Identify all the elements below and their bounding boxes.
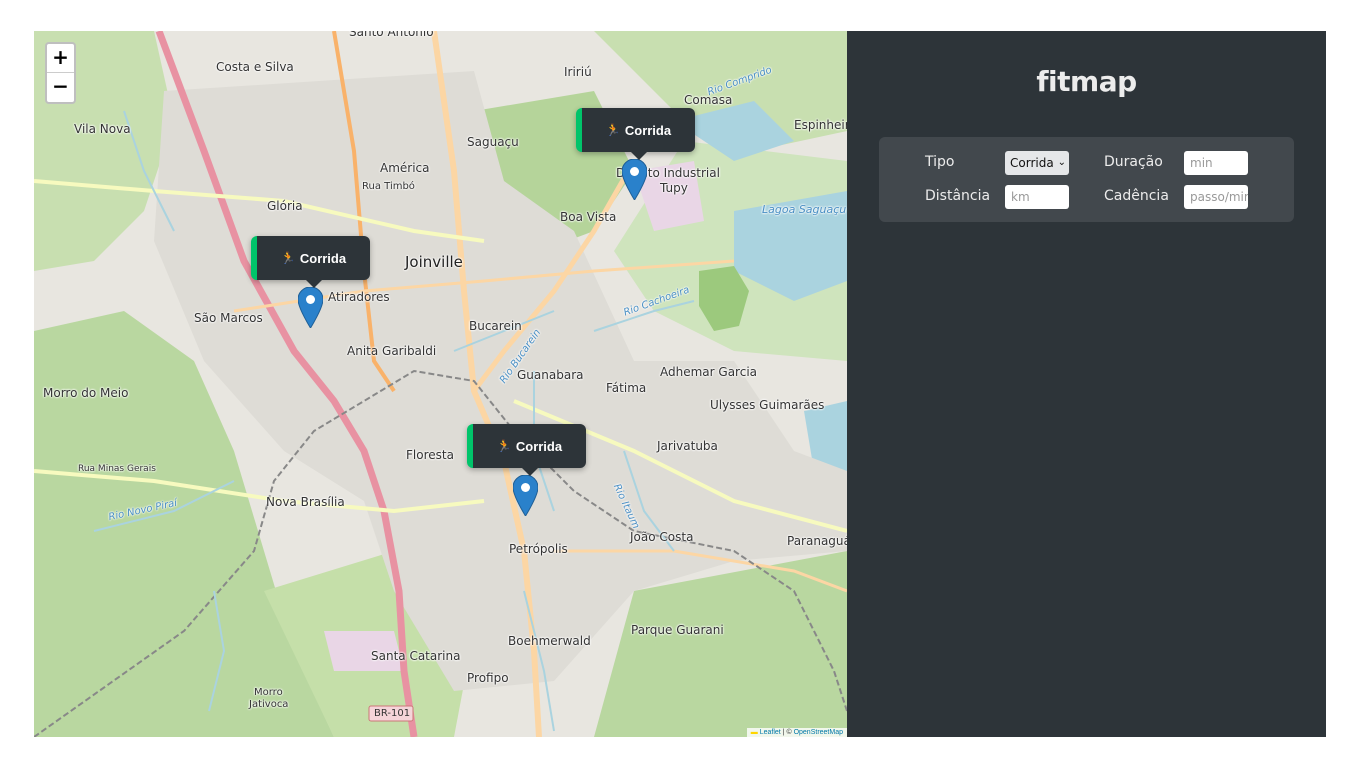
place-label: Bucarein: [469, 319, 522, 333]
place-label: Saguaçu: [467, 135, 519, 149]
app: Santo Antônio Costa e Silva Iririú Comas…: [34, 31, 1326, 737]
cadence-input[interactable]: passo/min: [1184, 185, 1248, 209]
place-label: Morro do Meio: [43, 386, 129, 400]
place-label: Nova Brasília: [266, 495, 345, 509]
distance-input[interactable]: km: [1005, 185, 1069, 209]
place-label: Profipo: [467, 671, 509, 685]
highway-shield-label: BR-101: [374, 708, 411, 719]
place-label: Vila Nova: [74, 122, 131, 136]
type-select-value: Corrida: [1010, 156, 1054, 170]
place-label: Fátima: [606, 381, 647, 395]
popup-label: Corrida: [299, 250, 347, 266]
workout-popup[interactable]: 🏃 Corrida: [467, 424, 586, 476]
duration-input[interactable]: min: [1184, 151, 1248, 175]
place-label: Glória: [267, 199, 303, 213]
place-label: Boehmerwald: [508, 634, 591, 648]
ukraine-flag-icon: ▬: [750, 729, 758, 736]
place-label: Floresta: [406, 448, 454, 462]
place-label: Atiradores: [328, 290, 390, 304]
duration-label: Duração: [1104, 154, 1163, 170]
place-label: Santa Catarina: [371, 649, 461, 663]
cadence-label: Cadência: [1104, 188, 1169, 204]
app-logo: fitmap: [1036, 65, 1137, 98]
map-marker-icon[interactable]: [513, 475, 538, 516]
place-label: América: [380, 161, 430, 175]
street-label: Rua Minas Gerais: [78, 464, 156, 474]
place-label: Adhemar Garcia: [660, 365, 758, 379]
place-label: Costa e Silva: [216, 60, 294, 74]
workout-form: Tipo Corrida ⌄ Duração min Distância km …: [879, 137, 1294, 222]
place-label: Paranaguá: [787, 534, 847, 548]
popup-label: Corrida: [624, 122, 672, 138]
workout-popup[interactable]: 🏃 Corrida: [251, 236, 370, 288]
street-label: Rua Timbó: [362, 181, 415, 192]
place-label: Parque Guarani: [631, 623, 724, 637]
place-label: Tupy: [660, 181, 688, 195]
place-label: Guanabara: [517, 368, 584, 382]
map-tiles: [34, 31, 847, 737]
place-label: João Costa: [630, 530, 694, 544]
zoom-control: + −: [45, 42, 76, 104]
type-select[interactable]: Corrida ⌄: [1005, 151, 1069, 175]
osm-link[interactable]: OpenStreetMap: [794, 729, 843, 736]
sidebar: fitmap Tipo Corrida ⌄ Duração min Distân…: [847, 31, 1326, 737]
map-marker-icon[interactable]: [622, 159, 647, 200]
zoom-in-button[interactable]: +: [47, 44, 74, 73]
place-label: São Marcos: [194, 311, 263, 325]
place-label: Iririú: [564, 65, 592, 79]
place-label: Santo Antônio: [349, 31, 434, 39]
zoom-out-button[interactable]: −: [47, 73, 74, 102]
city-label: Joinville: [405, 253, 463, 271]
place-label: Anita Garibaldi: [347, 344, 437, 358]
place-label: Jativoca: [249, 699, 289, 710]
attribution-separator: | ©: [780, 729, 794, 736]
place-label: Espinheiro: [794, 118, 847, 132]
runner-icon: 🏃: [496, 439, 512, 453]
water-label: Lagoa Saguaçu: [762, 203, 847, 216]
popup-label: Corrida: [515, 438, 563, 454]
distance-label: Distância: [925, 188, 991, 204]
workout-popup[interactable]: 🏃 Corrida: [576, 108, 695, 160]
place-label: Ulysses Guimarães: [710, 398, 825, 412]
place-label: Morro: [254, 687, 283, 698]
map-attribution: ▬ Leaflet | © OpenStreetMap: [746, 728, 847, 737]
type-label: Tipo: [925, 154, 955, 170]
chevron-down-icon: ⌄: [1055, 151, 1066, 175]
map-marker-icon[interactable]: [298, 287, 323, 328]
place-label: Jarivatuba: [657, 439, 718, 453]
place-label: Boa Vista: [560, 210, 617, 224]
runner-icon: 🏃: [280, 251, 296, 265]
map[interactable]: Santo Antônio Costa e Silva Iririú Comas…: [34, 31, 847, 737]
place-label: Petrópolis: [509, 542, 568, 556]
runner-icon: 🏃: [605, 123, 621, 137]
leaflet-link[interactable]: Leaflet: [760, 729, 781, 736]
